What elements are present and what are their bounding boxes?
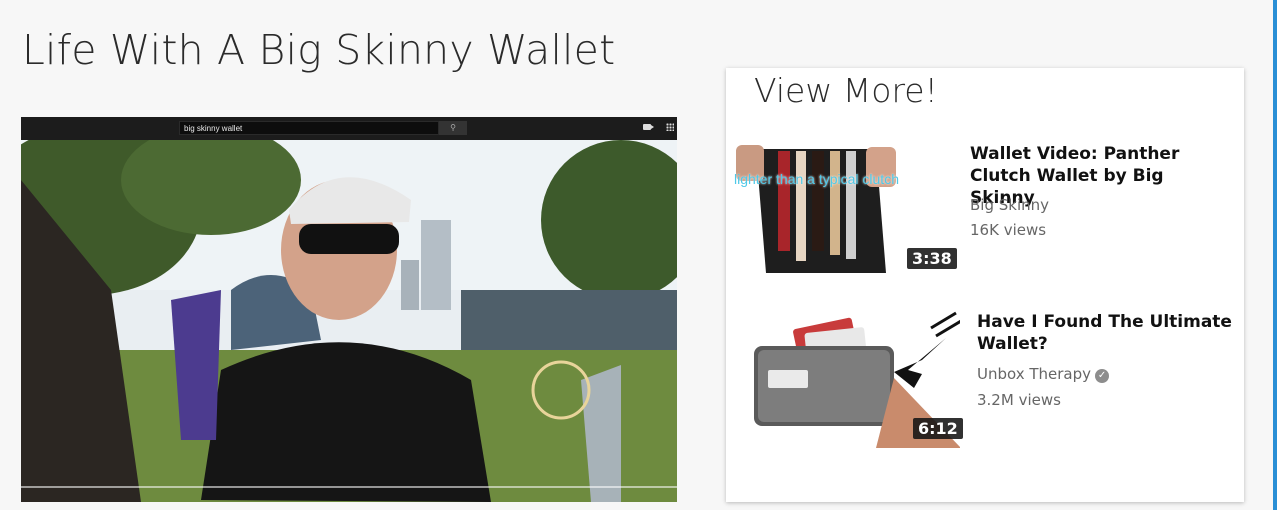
channel-name-text: Unbox Therapy [977, 365, 1092, 383]
player-search-input[interactable]: big skinny wallet [179, 121, 439, 135]
channel-name[interactable]: Unbox Therapy ✓ [977, 365, 1110, 383]
right-edge-bar [1273, 0, 1277, 510]
apps-grid-icon[interactable] [666, 123, 674, 131]
video-player[interactable]: big skinny wallet ⚲ [21, 117, 677, 502]
page-title: Life With A Big Skinny Wallet [22, 26, 616, 74]
card-heading: View More! [754, 71, 938, 110]
video-frame[interactable] [21, 140, 677, 502]
search-icon[interactable]: ⚲ [439, 121, 467, 135]
view-count: 16K views [970, 221, 1047, 239]
player-progress-bar[interactable] [21, 486, 677, 488]
duration-badge: 3:38 [907, 248, 957, 269]
recommendation-item[interactable]: lighter than a typical clutch 3:38 Walle… [726, 143, 1244, 283]
video-camera-icon[interactable] [643, 124, 654, 130]
view-count: 3.2M views [977, 391, 1061, 409]
player-top-bar: big skinny wallet ⚲ [21, 117, 677, 140]
verified-check-icon: ✓ [1095, 369, 1110, 383]
video-title[interactable]: Have I Found The Ultimate Wallet? [977, 311, 1237, 355]
channel-name[interactable]: Big Skinny [970, 196, 1049, 214]
thumbnail-overlay-text: lighter than a typical clutch [734, 171, 899, 187]
recommendations-card: View More! lighter than a typical clutch… [726, 68, 1244, 502]
recommendation-item[interactable]: 6:12 Have I Found The Ultimate Wallet? U… [726, 308, 1244, 448]
duration-badge: 6:12 [913, 418, 963, 439]
